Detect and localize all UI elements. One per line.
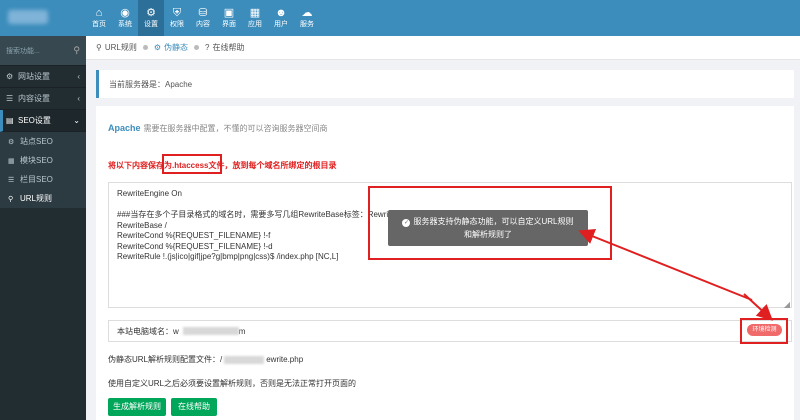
generate-rules-button[interactable]: 生成解析规则 [108,398,166,416]
env-check-button[interactable]: 环境检测 [747,324,782,336]
textarea-resize-handle[interactable]: ◢ [784,300,790,309]
annotation-box-htaccess [162,154,222,174]
config-file-line: 伪静态URL解析规则配置文件：/ewrite.php [108,355,304,364]
top-nav: ⌂ 首页 ◉ 系统 ⚙ 设置 ⛨ 权限 ⛁ 内容 ▣ 界面 ▦ 应用 ☻ 用户 ☁ 服务 [86,0,320,36]
main-panel: Apache 需要在服务器中配置，不懂的可以咨询服务器空间商 将以下内容保存为.h… [96,106,794,420]
gear-icon: ⚙ [146,7,156,19]
question-icon: ? [205,43,210,52]
sidebar-item-url-rules[interactable]: ⚲ URL规则 [0,189,86,208]
apps-icon: ▦ [249,7,261,19]
htaccess-note: 将以下内容保存为.htaccess文件，放到每个域名所绑定的根目录 [108,161,337,170]
tab-online-help[interactable]: ? 在线帮助 [205,42,244,53]
tab-pseudo-static[interactable]: ⚙ 伪静态 [153,42,200,53]
sidebar-search[interactable]: 搜索功能... ⚲ [0,36,86,66]
success-tooltip: ✓ 服务器支持伪静态功能，可以自定义URL规则 和解析规则了 [388,210,588,246]
chevron-left-icon: ‹ [77,94,80,103]
domain-row: 本站电脑域名： w m [108,320,792,342]
link-icon: ⚲ [96,43,102,52]
shield-icon: ⛨ [172,7,182,19]
logo[interactable] [0,0,86,36]
database-icon: ⛁ [198,7,208,19]
tab-url-rules[interactable]: ⚲ URL规则 [96,42,148,53]
gear-icon: ⚙ [6,72,14,81]
nav-apps[interactable]: ▦ 应用 [242,0,268,36]
nav-home[interactable]: ⌂ 首页 [86,0,112,36]
check-icon: ✓ [402,219,411,227]
html5-icon: ▣ [223,7,235,19]
server-info: 当前服务器是：Apache [96,70,794,98]
nav-interface[interactable]: ▣ 界面 [216,0,242,36]
nav-users[interactable]: ☻ 用户 [268,0,294,36]
top-bar: ⌂ 首页 ◉ 系统 ⚙ 设置 ⛨ 权限 ⛁ 内容 ▣ 界面 ▦ 应用 ☻ 用户 ☁ 服务 [0,0,800,36]
nav-settings[interactable]: ⚙ 设置 [138,0,164,36]
sidebar-item-module-seo[interactable]: ▦ 模块SEO [0,151,86,170]
search-icon[interactable]: ⚲ [73,45,80,56]
server-label: 当前服务器是：Apache [109,79,193,89]
sidebar-item-site-seo[interactable]: ⚙ 站点SEO [0,132,86,151]
tab-close-dot[interactable] [194,45,200,50]
gear-icon: ⚙ [153,43,162,52]
tab-bar: ⚲ URL规则 ⚙ 伪静态 ? 在线帮助 [86,36,800,60]
sidebar-submenu: ⚙ 站点SEO ▦ 模块SEO ☰ 栏目SEO ⚲ URL规则 [0,132,86,208]
link-icon: ⚲ [8,195,14,203]
blurred-domain [182,327,239,335]
chart-icon: ▤ [6,116,14,125]
tab-close-dot[interactable] [142,45,148,50]
list-icon: ☰ [8,176,15,184]
nav-system[interactable]: ◉ 系统 [112,0,138,36]
list-icon: ☰ [6,94,14,103]
grid-icon: ▦ [8,157,15,165]
online-help-button[interactable]: 在线帮助 [171,398,217,416]
home-icon: ⌂ [95,7,103,19]
user-icon: ☻ [275,7,287,19]
sidebar: 搜索功能... ⚲ ⚙ 网站设置 ‹ ☰ 内容设置 ‹ ▤ SEO设置 ⌄ ⚙ 站… [0,36,86,420]
hint-line: 使用自定义URL之后必须要设置解析规则，否则是无法正常打开页面的 [108,379,357,388]
apache-description: Apache 需要在服务器中配置，不懂的可以咨询服务器空间商 [108,123,328,133]
nav-content[interactable]: ⛁ 内容 [190,0,216,36]
sidebar-item-seo-settings[interactable]: ▤ SEO设置 ⌄ [0,110,86,132]
cloud-icon: ☁ [301,7,313,19]
nav-permissions[interactable]: ⛨ 权限 [164,0,190,36]
nav-services[interactable]: ☁ 服务 [294,0,320,36]
sidebar-item-column-seo[interactable]: ☰ 栏目SEO [0,170,86,189]
sidebar-item-site-settings[interactable]: ⚙ 网站设置 ‹ [0,66,86,88]
apache-name: Apache [108,123,141,133]
blurred-path [224,355,265,364]
sidebar-item-content-settings[interactable]: ☰ 内容设置 ‹ [0,88,86,110]
gear-icon: ⚙ [8,138,15,146]
chevron-left-icon: ‹ [77,72,80,81]
search-input[interactable]: 搜索功能... [6,46,73,56]
chevron-down-icon: ⌄ [73,116,80,125]
globe-icon: ◉ [120,7,130,19]
